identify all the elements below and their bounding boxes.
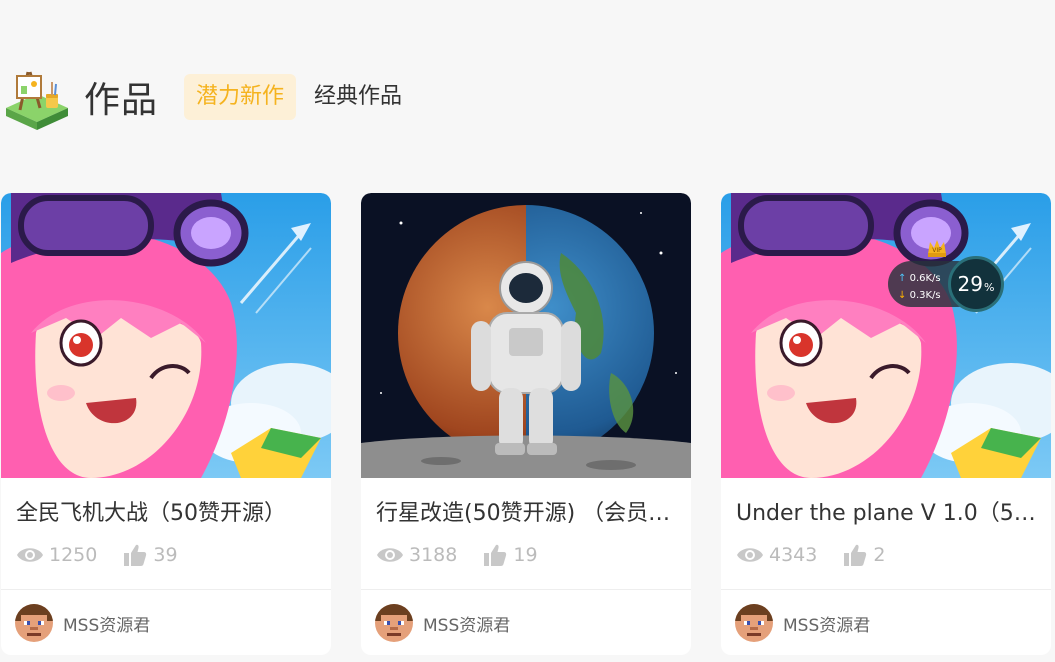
work-stats: 3188 19 <box>376 543 538 567</box>
avatar[interactable] <box>375 604 413 642</box>
section-header: 作品 潜力新作 经典作品 <box>4 62 412 132</box>
pixel-avatar-icon <box>735 604 773 642</box>
memory-usage-circle[interactable]: 29% <box>948 256 1004 312</box>
vip-badge-text: VIP <box>932 247 942 254</box>
vip-crown-icon: VIP <box>928 240 946 257</box>
avatar[interactable] <box>735 604 773 642</box>
work-title[interactable]: 全民飞机大战（50赞开源） <box>16 495 321 527</box>
eye-icon <box>737 548 763 562</box>
thumbs-up-icon <box>124 544 147 566</box>
like-count[interactable]: 39 <box>123 543 178 567</box>
author-name[interactable]: MSS资源君 <box>423 611 510 636</box>
usage-percent-sign: % <box>984 280 995 294</box>
upload-speed: ↑ 0.6K/s <box>898 273 941 284</box>
download-speed-value: 0.3K/s <box>909 290 941 301</box>
download-speed: ↓ 0.3K/s <box>898 290 941 301</box>
anime-girl-image <box>1 193 331 478</box>
view-count: 3188 <box>376 544 457 566</box>
work-thumbnail[interactable] <box>721 193 1051 478</box>
like-count-value: 39 <box>153 544 178 566</box>
like-count-value: 2 <box>873 544 886 566</box>
work-thumbnail[interactable] <box>1 193 331 478</box>
avatar[interactable] <box>15 604 53 642</box>
like-count[interactable]: 19 <box>483 543 538 567</box>
pixel-avatar-icon <box>15 604 53 642</box>
like-count-value: 19 <box>513 544 538 566</box>
work-card[interactable]: 全民飞机大战（50赞开源） 1250 39 MSS资源君 <box>1 193 331 655</box>
card-divider <box>1 589 331 590</box>
author-info[interactable]: MSS资源君 <box>15 604 150 642</box>
thumbs-up-icon <box>844 544 867 566</box>
view-count-value: 1250 <box>49 544 98 566</box>
card-divider <box>361 589 691 590</box>
like-count[interactable]: 2 <box>843 543 885 567</box>
view-count: 4343 <box>736 544 817 566</box>
work-thumbnail[interactable] <box>361 193 691 478</box>
author-info[interactable]: MSS资源君 <box>735 604 870 642</box>
eye-icon <box>17 548 43 562</box>
usage-percent: 29 <box>957 272 983 296</box>
view-count-value: 4343 <box>769 544 818 566</box>
thumbs-up-icon <box>484 544 507 566</box>
work-stats: 4343 2 <box>736 543 885 567</box>
pixel-avatar-icon <box>375 604 413 642</box>
tab-classic-works[interactable]: 经典作品 <box>304 74 412 120</box>
upload-speed-value: 0.6K/s <box>909 273 941 284</box>
easel-icon <box>6 71 68 130</box>
arrow-down-icon: ↓ <box>898 290 907 301</box>
view-count: 1250 <box>16 544 97 566</box>
eye-icon <box>377 548 403 562</box>
work-stats: 1250 39 <box>16 543 178 567</box>
author-name[interactable]: MSS资源君 <box>63 611 150 636</box>
tab-new-works[interactable]: 潜力新作 <box>184 74 297 120</box>
work-title[interactable]: 行星改造(50赞开源) （会员免费） <box>376 495 681 527</box>
work-card[interactable]: 行星改造(50赞开源) （会员免费） 3188 19 MSS资源君 <box>361 193 691 655</box>
work-title[interactable]: Under the plane V 1.0（50赞开源） <box>736 495 1041 527</box>
author-info[interactable]: MSS资源君 <box>375 604 510 642</box>
section-title: 作品 <box>84 80 159 121</box>
anime-girl-image <box>721 193 1051 478</box>
arrow-up-icon: ↑ <box>898 273 907 284</box>
author-name[interactable]: MSS资源君 <box>783 611 870 636</box>
astronaut-planets-image <box>361 193 691 478</box>
view-count-value: 3188 <box>409 544 458 566</box>
card-divider <box>721 589 1051 590</box>
network-speed-widget[interactable]: VIP ↑ 0.6K/s ↓ 0.3K/s 29% <box>888 240 1010 312</box>
